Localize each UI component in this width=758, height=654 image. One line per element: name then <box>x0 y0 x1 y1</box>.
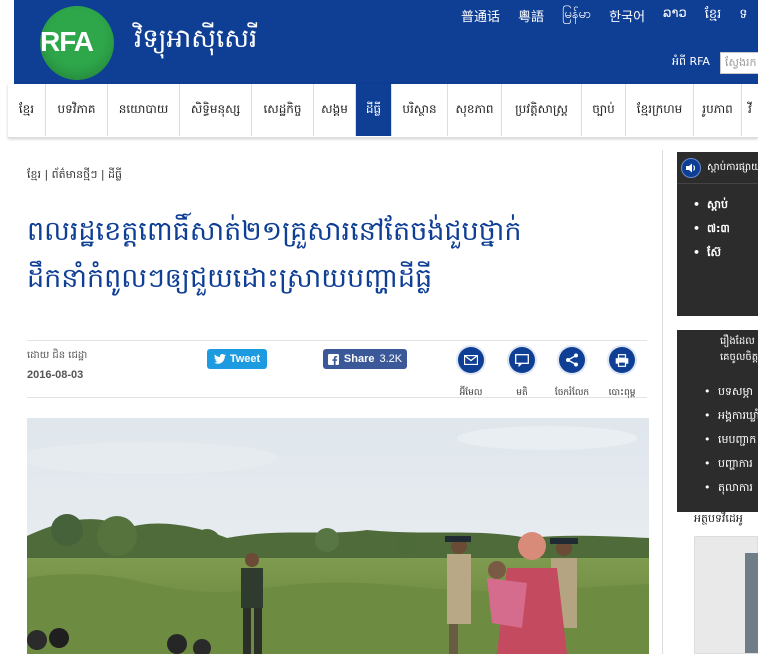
video-thumbnail-image[interactable] <box>745 553 758 653</box>
language-links: 普通话 粵語 မြန်မာ 한국어 ລາວ ខ្មែរ ទ <box>452 6 757 25</box>
listen-item[interactable]: ស្ដាប់ <box>693 196 730 214</box>
comment-tool-label[interactable]: មតិ <box>496 387 548 400</box>
nav-item-history[interactable]: ប្រវត្តិសាស្ត្រ <box>502 84 582 136</box>
share-label: Share <box>343 353 375 365</box>
tweet-label: Tweet <box>229 353 261 365</box>
nav-item-khmer-rouge[interactable]: ខ្មែរក្រហម <box>626 84 694 136</box>
nav-item-economy[interactable]: សេដ្ឋកិច្ច <box>252 84 314 136</box>
facebook-share-button[interactable]: Share 3.2K <box>323 349 407 369</box>
facebook-icon <box>327 353 339 365</box>
nav-item-health[interactable]: សុខភាព <box>448 84 502 136</box>
popular-stories-title: រឿងដែល គេចូលចិត្ត <box>720 334 758 366</box>
article-title: ពលរដ្ឋខេត្តពោធិ៍សាត់២១គ្រួសារនៅតែចង់ជួបថ… <box>27 208 627 302</box>
listen-header: ស្ដាប់ការផ្សាយ <box>677 152 758 184</box>
listen-title[interactable]: ស្ដាប់ការផ្សាយ <box>707 160 758 175</box>
article-title-line-1: ពលរដ្ឋខេត្តពោធិ៍សាត់២១គ្រួសារនៅតែចង់ជួបថ… <box>27 216 522 247</box>
email-tool[interactable]: អ៊ីមែល <box>453 347 489 398</box>
popular-stories-list: បទសម្ភា អង្គការឃ្លាំ មេបញ្ជាក បញ្ហាការ ត… <box>704 380 758 500</box>
list-item[interactable]: តុលាការ <box>704 476 758 500</box>
share-tool[interactable]: ចែករំលែក <box>554 347 590 398</box>
logo-text[interactable]: RFA <box>40 26 94 58</box>
comment-tool[interactable]: មតិ <box>504 347 540 398</box>
nav-item-environment[interactable]: បរិស្ថាន <box>392 84 448 136</box>
lang-link-more[interactable]: ទ <box>730 6 756 25</box>
site-header: RFA វិទ្យុអាស៊ីសេរី 普通话 粵語 မြန်မာ 한국어 ລາ… <box>0 0 758 84</box>
lang-link-mandarin[interactable]: 普通话 <box>452 6 509 25</box>
article-meta: ដោយ ជិន ជេដ្ឋា 2016-08-03 Tweet Share 3.… <box>27 340 647 398</box>
popular-stories-title-line-2: គេចូលចិត្ត <box>720 352 758 363</box>
popular-stories-box: រឿងដែល គេចូលចិត្ត បទសម្ភា អង្គការឃ្លាំ ម… <box>677 330 758 512</box>
publish-date: 2016-08-03 <box>27 369 84 381</box>
site-name[interactable]: វិទ្យុអាស៊ីសេរី <box>134 22 257 60</box>
video-section-title: អត្ថបទវីដេអូ <box>694 512 743 525</box>
print-icon[interactable] <box>609 347 635 373</box>
page: RFA វិទ្យុអាស៊ីសេរី 普通话 粵語 မြန်မာ 한국어 ລາ… <box>0 0 758 654</box>
lang-link-lao[interactable]: ລາວ <box>654 6 696 25</box>
lang-link-korean[interactable]: 한국어 <box>600 6 654 25</box>
share-icon[interactable] <box>559 347 585 373</box>
speaker-icon[interactable] <box>681 158 701 178</box>
print-tool-label[interactable]: បោះពុម្ព <box>596 387 648 400</box>
nav-item-khmer[interactable]: ខ្មែរ <box>8 84 46 136</box>
nav-item-politics[interactable]: នយោបាយ <box>108 84 180 136</box>
list-item[interactable]: មេបញ្ជាក <box>704 428 758 452</box>
listen-list: ស្ដាប់ ៧:៣ ស៊ែ <box>693 196 730 268</box>
listen-box: ស្ដាប់ការផ្សាយ ស្ដាប់ ៧:៣ ស៊ែ <box>677 152 758 316</box>
nav-item-analysis[interactable]: បទវិភាគ <box>46 84 108 136</box>
lang-link-burmese[interactable]: မြန်မာ <box>553 6 600 25</box>
comment-icon[interactable] <box>509 347 535 373</box>
nav-item-society[interactable]: សង្គម <box>314 84 356 136</box>
lang-link-cantonese[interactable]: 粵語 <box>509 6 553 25</box>
nav-item-land[interactable]: ដីធ្លី <box>356 84 392 136</box>
main-nav: ខ្មែរ បទវិភាគ នយោបាយ សិទ្ធិមនុស្ស សេដ្ឋក… <box>8 84 758 138</box>
list-item[interactable]: បទសម្ភា <box>704 380 758 404</box>
twitter-icon <box>213 354 226 364</box>
email-icon[interactable] <box>458 347 484 373</box>
nav-item-photos[interactable]: រូបភាព <box>694 84 742 136</box>
sidebar-divider <box>662 150 663 654</box>
search-input[interactable]: ស្វែងរក <box>720 52 758 74</box>
listen-item[interactable]: ស៊ែ <box>693 244 730 262</box>
listen-item[interactable]: ៧:៣ <box>693 220 730 238</box>
nav-item-law[interactable]: ច្បាប់ <box>582 84 626 136</box>
article-photo <box>27 418 649 654</box>
email-tool-label[interactable]: អ៊ីមែល <box>445 387 497 400</box>
nav-item-video[interactable]: វី <box>742 84 758 136</box>
tweet-button[interactable]: Tweet <box>207 349 267 369</box>
share-tool-label[interactable]: ចែករំលែក <box>546 387 598 400</box>
byline: ដោយ ជិន ជេដ្ឋា <box>27 350 88 361</box>
share-count: 3.2K <box>379 353 403 365</box>
print-tool[interactable]: បោះពុម្ព <box>604 347 640 398</box>
breadcrumb[interactable]: ខ្មែរ | ព័ត៌មានថ្មីៗ | ដីធ្លី <box>27 168 122 184</box>
popular-stories-title-line-1: រឿងដែល <box>720 336 755 347</box>
nav-item-human-rights[interactable]: សិទ្ធិមនុស្ស <box>180 84 252 136</box>
list-item[interactable]: អង្គការឃ្លាំ <box>704 404 758 428</box>
list-item[interactable]: បញ្ហាការ <box>704 452 758 476</box>
about-rfa-link[interactable]: អំពី RFA <box>672 55 710 71</box>
article-title-line-2: ដឹកនាំកំពូលៗឲ្យជួយដោះស្រាយបញ្ហាដីធ្លី <box>27 263 433 294</box>
lang-link-khmer[interactable]: ខ្មែរ <box>696 6 731 25</box>
video-thumbnail[interactable] <box>694 536 758 654</box>
